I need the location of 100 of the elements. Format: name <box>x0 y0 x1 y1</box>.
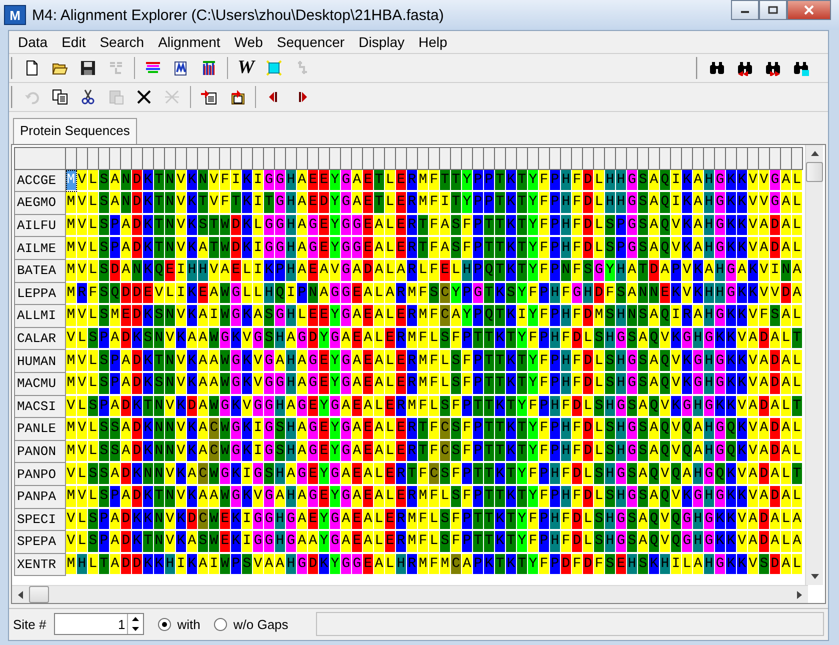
sequence-name[interactable]: SPECI <box>14 508 66 532</box>
column-header[interactable] <box>649 147 660 170</box>
column-header[interactable] <box>198 147 209 170</box>
sequence-name[interactable]: AEGMO <box>14 192 66 215</box>
column-header[interactable] <box>341 147 352 170</box>
scroll-down-icon[interactable] <box>810 574 818 579</box>
menu-item[interactable]: Help <box>412 34 454 50</box>
alignment-lines-icon[interactable] <box>145 60 161 76</box>
column-header[interactable] <box>682 147 693 170</box>
column-header[interactable] <box>286 147 297 170</box>
highlight-square-icon[interactable] <box>266 60 282 76</box>
sequence-name[interactable]: BATEA <box>14 260 66 283</box>
column-header[interactable] <box>517 147 528 170</box>
column-header[interactable] <box>407 147 418 170</box>
column-header[interactable] <box>748 147 759 170</box>
column-header[interactable] <box>143 147 154 170</box>
sequence-name[interactable]: PANON <box>14 440 66 464</box>
column-header[interactable] <box>88 147 99 170</box>
horizontal-scrollbar[interactable] <box>12 585 808 603</box>
column-header[interactable] <box>110 147 121 170</box>
column-header[interactable] <box>781 147 792 170</box>
import-document-icon[interactable] <box>201 89 217 105</box>
spin-down-icon[interactable] <box>132 627 139 631</box>
column-header[interactable] <box>704 147 715 170</box>
binoculars-left-arrow-icon[interactable] <box>737 60 753 76</box>
column-header[interactable] <box>66 147 77 170</box>
column-header[interactable] <box>99 147 110 170</box>
column-header[interactable] <box>297 147 308 170</box>
column-header[interactable] <box>396 147 407 170</box>
site-field[interactable]: 1 <box>55 614 128 634</box>
column-header[interactable] <box>550 147 561 170</box>
column-header[interactable] <box>616 147 627 170</box>
column-header[interactable] <box>506 147 517 170</box>
column-header[interactable] <box>495 147 506 170</box>
scroll-left-icon[interactable] <box>18 590 23 598</box>
column-header[interactable] <box>737 147 748 170</box>
sequence-name[interactable]: AILFU <box>14 214 66 238</box>
column-header[interactable] <box>473 147 484 170</box>
column-header[interactable] <box>363 147 374 170</box>
column-header[interactable] <box>176 147 187 170</box>
column-header[interactable] <box>374 147 385 170</box>
column-header[interactable] <box>638 147 649 170</box>
column-header[interactable] <box>418 147 429 170</box>
menu-item[interactable]: Web <box>227 34 270 50</box>
column-header[interactable] <box>715 147 726 170</box>
new-file-icon[interactable] <box>24 60 40 76</box>
import-folder-icon[interactable] <box>229 89 245 105</box>
copy-icon[interactable] <box>52 89 68 105</box>
column-header[interactable] <box>605 147 616 170</box>
column-header[interactable] <box>594 147 605 170</box>
column-header[interactable] <box>451 147 462 170</box>
radio-circle[interactable] <box>214 618 228 630</box>
scroll-thumb[interactable] <box>29 586 49 603</box>
sequence-name[interactable]: MACSI <box>14 396 66 418</box>
sequence-name[interactable]: SPEPA <box>14 531 66 554</box>
document-icon[interactable] <box>173 60 189 76</box>
sequence-name[interactable]: MACMU <box>14 372 66 396</box>
binoculars-square-icon[interactable] <box>793 60 809 76</box>
column-header[interactable] <box>726 147 737 170</box>
bold-w-button[interactable]: W <box>233 56 259 80</box>
column-header[interactable] <box>792 147 803 170</box>
column-header[interactable] <box>385 147 396 170</box>
site-spin-field[interactable]: 1 <box>54 613 144 635</box>
search-icon[interactable] <box>709 60 725 76</box>
sequence-name[interactable]: PANPO <box>14 463 66 486</box>
sequence-bars-icon[interactable] <box>201 60 217 76</box>
save-icon[interactable] <box>80 60 96 76</box>
column-header[interactable] <box>154 147 165 170</box>
column-header[interactable] <box>187 147 198 170</box>
column-header[interactable] <box>572 147 583 170</box>
tab[interactable]: Protein Sequences <box>13 118 137 144</box>
menu-item[interactable]: Data <box>11 34 55 50</box>
column-header[interactable] <box>220 147 231 170</box>
sequence-name[interactable]: PANLE <box>14 418 66 441</box>
scroll-thumb[interactable] <box>806 162 823 182</box>
radio-circle[interactable] <box>158 618 172 630</box>
gap-radio[interactable]: w/o Gaps <box>214 616 288 632</box>
binoculars-right-arrow-icon[interactable] <box>765 60 781 76</box>
vertical-scrollbar[interactable] <box>805 145 823 585</box>
scroll-right-icon[interactable] <box>797 590 802 598</box>
delete-icon[interactable] <box>136 89 152 105</box>
column-header[interactable] <box>352 147 363 170</box>
column-header[interactable] <box>319 147 330 170</box>
maximize-icon[interactable] <box>768 6 778 14</box>
column-header[interactable] <box>209 147 220 170</box>
scroll-up-icon[interactable] <box>810 151 818 156</box>
column-header[interactable] <box>330 147 341 170</box>
sequence-name[interactable]: ALLMI <box>14 305 66 328</box>
column-header[interactable] <box>253 147 264 170</box>
column-header[interactable] <box>429 147 440 170</box>
column-header[interactable] <box>231 147 242 170</box>
sequence-name[interactable]: CALAR <box>14 328 66 350</box>
column-header[interactable] <box>583 147 594 170</box>
column-header[interactable] <box>660 147 671 170</box>
column-header[interactable] <box>440 147 451 170</box>
column-header[interactable] <box>462 147 473 170</box>
menu-item[interactable]: Search <box>92 34 152 50</box>
column-header[interactable] <box>132 147 143 170</box>
close-icon[interactable] <box>803 5 815 15</box>
sequence-name[interactable]: LEPPA <box>14 282 66 306</box>
